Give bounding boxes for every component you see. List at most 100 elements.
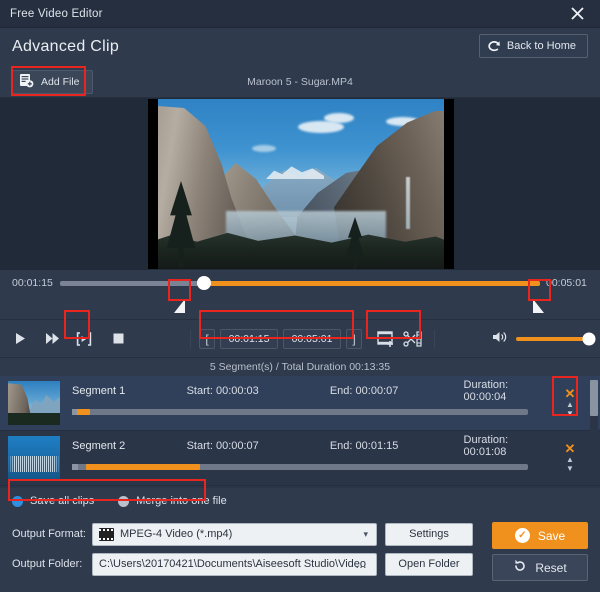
save-button-label: Save [537,528,566,543]
ellipsis-icon[interactable]: … [355,557,368,571]
stop-icon[interactable] [106,327,130,351]
segment-tools: ✕ ▲ ▼ [550,436,590,480]
segment-end: End: 00:00:07 [330,385,464,397]
output-folder-field[interactable]: C:\Users\20170421\Documents\Aiseesoft St… [92,552,377,576]
volume-slider[interactable] [516,332,596,345]
segment-start-label: Start: [186,385,213,397]
page-header: Advanced Clip Back to Home [0,28,600,66]
app-window: Free Video Editor Advanced Clip Back to … [0,0,600,592]
output-format-value: MPEG-4 Video (*.mp4) [120,528,233,540]
segment-duration-label: Duration: [463,434,509,446]
volume-icon[interactable] [492,330,508,347]
segment-start-value: 00:00:07 [215,440,259,452]
segment-list: Segment 1 Start: 00:00:03 End: 00:00:07 … [0,376,600,488]
volume-group [492,330,596,347]
segment-list-scrollbar[interactable] [590,380,598,484]
page-title: Advanced Clip [12,38,120,55]
segment-row[interactable]: Segment 1 Start: 00:00:03 End: 00:00:07 … [0,376,600,431]
segment-thumbnail [8,381,60,425]
segment-end: End: 00:01:15 [330,440,464,452]
volume-knob[interactable] [582,332,596,345]
check-circle-icon: ✓ [514,528,530,543]
add-file-button[interactable]: Add File [12,69,93,94]
move-down-icon[interactable]: ▼ [566,465,574,473]
segment-end-label: End: [329,385,353,397]
segment-info: Segment 2 Start: 00:00:07 End: 00:01:15 … [60,434,550,480]
transport-divider-2 [434,329,435,348]
trim-handle-row [0,296,600,320]
reset-button[interactable]: Reset [492,554,588,581]
fast-forward-icon[interactable] [40,327,64,351]
preview-letterbox-left [148,99,158,269]
transport-divider [190,329,191,348]
output-folder-label: Output Folder: [12,558,83,570]
scrub-playhead-knob[interactable] [197,276,211,290]
segment-progress-track[interactable] [72,464,528,470]
video-stage [0,98,600,270]
add-clip-icon[interactable] [374,327,400,351]
add-file-wrapper: Add File [12,69,93,94]
move-down-icon[interactable]: ▼ [566,410,574,418]
segment-start-value: 00:00:03 [215,385,259,397]
open-folder-button[interactable]: Open Folder [385,552,473,576]
clip-end-bracket-button[interactable]: ] [346,328,362,349]
output-format-label: Output Format: [12,528,86,540]
segment-duration: Duration: 00:01:08 [464,434,550,458]
segment-end-label: End: [329,440,353,452]
move-up-icon[interactable]: ▲ [566,401,574,409]
video-preview[interactable] [148,99,454,269]
set-clip-bracket-icon[interactable] [72,327,96,351]
title-bar: Free Video Editor [0,0,600,28]
preview-letterbox-right [444,99,454,269]
move-up-icon[interactable]: ▲ [566,456,574,464]
clip-start-time-field[interactable]: 00:01:15 [220,328,278,349]
segment-row[interactable]: Segment 2 Start: 00:00:07 End: 00:01:15 … [0,431,600,486]
trim-end-handle[interactable] [533,299,544,313]
scrub-start-time: 00:01:15 [12,277,53,289]
trim-start-handle[interactable] [174,299,185,313]
preview-cloud [252,145,276,152]
add-file-label: Add File [41,75,80,88]
segment-progress-track[interactable] [72,409,528,415]
segment-summary: 5 Segment(s) / Total Duration 00:13:35 [0,358,600,376]
scrollbar-thumb[interactable] [590,380,598,416]
clip-time-group: [ 00:01:15 00:05:01 ] [199,328,362,349]
save-mode-row: Save all clips Merge into one file [0,488,600,514]
play-icon[interactable] [8,327,32,351]
reset-arrow-icon [513,559,527,576]
segment-thumbnail [8,436,60,480]
segment-duration-value: 00:01:08 [463,446,507,458]
segment-name: Segment 1 [72,385,126,397]
clip-start-bracket-button[interactable]: [ [199,328,215,349]
segment-duration-value: 00:00:04 [463,391,507,403]
close-icon[interactable] [564,1,590,27]
radio-merge-into-one-file[interactable]: Merge into one file [118,495,227,507]
delete-x-icon[interactable]: ✕ [565,442,576,455]
transport-bar: [ 00:01:15 00:05:01 ] [0,320,600,358]
preview-waterfall [406,177,410,229]
redo-arrow-icon [488,40,501,52]
segment-start: Start: 00:00:07 [187,440,330,452]
radio-save-all-clips[interactable]: Save all clips [12,495,94,507]
scrub-bar: 00:01:15 00:05:01 [0,270,600,296]
radio-save-all-clips-label: Save all clips [30,495,95,507]
scissors-split-icon[interactable] [400,327,426,351]
preview-cloud [324,113,354,123]
scrub-track[interactable] [60,276,540,290]
add-file-icon [19,73,34,91]
clip-end-time-field[interactable]: 00:05:01 [283,328,341,349]
segment-start-label: Start: [186,440,213,452]
scrub-end-time: 00:05:01 [546,277,587,289]
delete-x-icon[interactable]: ✕ [565,387,576,400]
file-bar: Add File Maroon 5 - Sugar.MP4 [0,66,600,98]
back-to-home-button[interactable]: Back to Home [478,34,588,58]
segment-tools: ✕ ▲ ▼ [550,381,590,425]
radio-merge-label: Merge into one file [136,495,227,507]
back-to-home-label: Back to Home [506,40,576,52]
output-folder-value: C:\Users\20170421\Documents\Aiseesoft St… [99,558,367,570]
save-button[interactable]: ✓ Save [492,522,588,549]
settings-button[interactable]: Settings [385,522,473,546]
chevron-down-icon: ▾ [363,528,368,539]
reset-button-label: Reset [535,560,567,575]
output-format-select[interactable]: MPEG-4 Video (*.mp4) ▾ [92,522,377,546]
